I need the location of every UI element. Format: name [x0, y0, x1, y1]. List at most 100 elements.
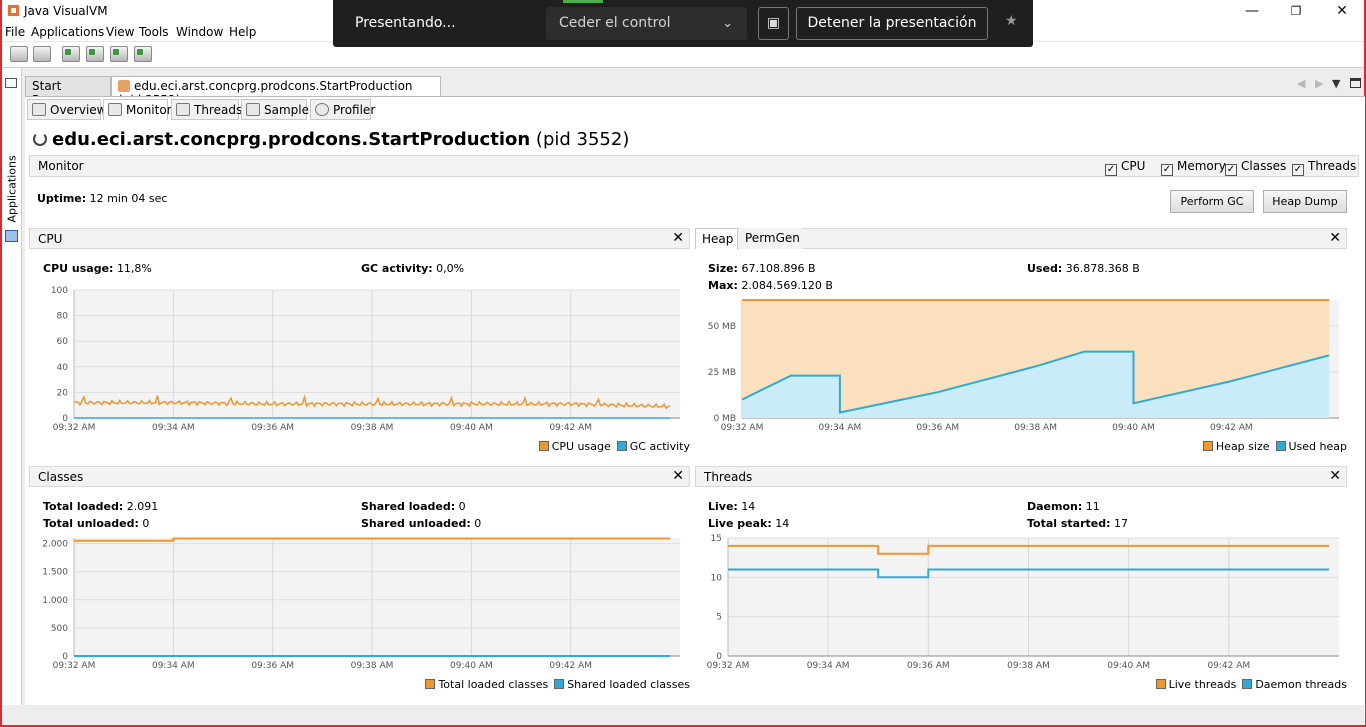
x-tick-label: 09:40 AM	[1107, 661, 1150, 671]
x-tick-label: 09:38 AM	[1007, 661, 1050, 671]
applications-window-icon[interactable]	[5, 230, 18, 242]
perform-gc-button[interactable]: Perform GC	[1170, 190, 1254, 213]
legend-swatch	[616, 441, 627, 451]
heap-panel-header: Heap PermGen ✕	[695, 228, 1347, 249]
tab-process[interactable]: edu.eci.arst.concprg.prodcons.StartProdu…	[111, 76, 441, 107]
maximize-tab-icon[interactable]	[1350, 78, 1361, 88]
legend-label: Daemon threads	[1255, 678, 1347, 691]
minimize-panel-icon[interactable]	[5, 78, 17, 88]
minimize-button[interactable]: —	[1237, 2, 1267, 20]
threads-checkbox[interactable]: ✓ Threads	[1292, 159, 1356, 176]
heap-dump-button[interactable]: Heap Dump	[1263, 190, 1347, 213]
y-tick-label: 50 MB	[708, 322, 736, 332]
legend-label: Shared loaded classes	[567, 678, 690, 691]
close-panel-icon[interactable]: ✕	[1329, 468, 1341, 484]
close-panel-icon[interactable]: ✕	[1329, 230, 1341, 246]
classes-checkbox[interactable]: ✓ Classes	[1225, 159, 1286, 176]
save-icon[interactable]	[33, 46, 51, 62]
checkbox-check-icon: ✓	[1161, 164, 1173, 176]
total-started-stat: Total started: 17	[1027, 517, 1128, 530]
tab-start-page[interactable]: Start Page✕	[25, 76, 111, 107]
tab-threads[interactable]: Threads	[171, 99, 242, 120]
stat-label: Size:	[708, 262, 738, 275]
threads-panel-title: Threads	[704, 470, 753, 484]
add-jmx-connection-icon[interactable]	[62, 46, 80, 62]
stop-camera-icon[interactable]: ▣	[758, 7, 789, 40]
y-tick-label: 20	[57, 388, 69, 398]
add-core-dump-icon[interactable]	[110, 46, 128, 62]
cpu-panel-title: CPU	[38, 232, 63, 246]
classes-panel-title: Classes	[38, 470, 84, 484]
scroll-left-icon[interactable]: ◀	[1297, 77, 1305, 90]
cpu-panel-header: CPU ✕	[29, 228, 690, 249]
pin-icon[interactable]: ★	[1005, 13, 1018, 29]
stat-label: Used:	[1027, 262, 1063, 275]
checkbox-label: Memory	[1177, 159, 1226, 173]
tab-profiler-label: Profiler	[333, 103, 376, 117]
y-tick-label: 0	[716, 652, 722, 662]
stat-label: Total unloaded:	[43, 517, 139, 530]
y-tick-label: 10	[711, 573, 723, 583]
close-panel-icon[interactable]: ✕	[672, 468, 684, 484]
menu-view[interactable]: View	[106, 25, 134, 39]
add-remote-host-icon[interactable]	[86, 46, 104, 62]
legend-label: Heap size	[1215, 440, 1270, 453]
legend-label: CPU usage	[551, 440, 611, 453]
tab-list-icon[interactable]: ▼	[1332, 77, 1340, 90]
y-tick-label: 0 MB	[713, 414, 736, 424]
plot-area	[74, 538, 680, 656]
heap-chart: 09:32 AM 09:34 AM 09:36 AM 09:38 AM 09:40 AM…	[708, 299, 1339, 433]
stop-presenting-button[interactable]: Detener la presentación	[796, 7, 988, 40]
java-process-icon	[118, 80, 130, 92]
shared-unloaded-stat: Shared unloaded: 0	[361, 517, 481, 530]
legend-label: Used heap	[1288, 440, 1348, 453]
uptime: Uptime: 12 min 04 sec	[37, 192, 167, 205]
tab-overview-label: Overview	[50, 103, 107, 117]
x-tick-label: 09:42 AM	[1210, 423, 1253, 433]
monitor-header: Monitor ✓ CPU ✓ Memory ✓ Classes ✓ Threads	[29, 155, 1359, 177]
heap-panel: Heap PermGen ✕ Size: 67.108.896 B Max: 2…	[695, 228, 1347, 460]
y-tick-label: 40	[57, 363, 69, 373]
close-panel-icon[interactable]: ✕	[672, 230, 684, 246]
x-tick-label: 09:34 AM	[152, 661, 195, 671]
menu-window[interactable]: Window	[176, 25, 223, 39]
sampler-icon	[246, 103, 260, 116]
x-tick-label: 09:38 AM	[351, 661, 394, 671]
maximize-button[interactable]: ❐	[1281, 2, 1311, 20]
monitor-content: edu.eci.arst.concprg.prodcons.StartProdu…	[25, 120, 1365, 725]
uptime-label: Uptime:	[37, 192, 87, 205]
menu-file[interactable]: File	[5, 25, 25, 39]
stat-value: 2.091	[126, 500, 159, 513]
menu-tools[interactable]: Tools	[139, 25, 169, 39]
y-tick-label: 1.500	[42, 568, 68, 578]
x-tick-label: 09:40 AM	[1112, 423, 1155, 433]
applications-side-tab[interactable]: Applications	[6, 155, 19, 222]
stat-value: 14	[741, 500, 756, 513]
add-snapshot-icon[interactable]	[134, 46, 152, 62]
tab-sampler[interactable]: Sampler	[241, 99, 314, 120]
cpu-legend: CPU usage GC activity	[533, 440, 690, 453]
menu-help[interactable]: Help	[229, 25, 256, 39]
tab-monitor[interactable]: Monitor	[103, 99, 172, 120]
total-loaded-stat: Total loaded: 2.091	[43, 500, 158, 513]
close-window-button[interactable]: ✕	[1327, 2, 1357, 20]
scroll-right-icon[interactable]: ▶	[1315, 77, 1323, 90]
tab-overview[interactable]: Overview	[27, 99, 107, 120]
stat-value: 67.108.896 B	[741, 262, 816, 275]
open-snapshot-icon[interactable]	[10, 46, 28, 62]
menu-applications[interactable]: Applications	[31, 25, 104, 39]
x-tick-label: 09:42 AM	[549, 423, 592, 433]
plot-area	[74, 290, 680, 418]
tab-profiler[interactable]: Profiler	[310, 99, 375, 120]
give-control-dropdown[interactable]: Ceder el control ⌄	[546, 7, 747, 40]
memory-checkbox[interactable]: ✓ Memory	[1161, 159, 1226, 176]
stat-value: 2.084.569.120 B	[741, 279, 833, 292]
cpu-checkbox[interactable]: ✓ CPU	[1105, 159, 1145, 176]
checkbox-label: Classes	[1241, 159, 1287, 173]
threads-panel: Threads ✕ Live: 14 Live peak: 14 Daemon: …	[695, 466, 1347, 698]
window-title: Java VisualVM	[24, 4, 108, 18]
stat-label: Max:	[708, 279, 738, 292]
tab-permgen[interactable]: PermGen	[739, 228, 802, 249]
tab-heap[interactable]: Heap	[695, 228, 738, 249]
classes-chart: 09:32 AM 09:34 AM 09:36 AM 09:38 AM 09:40 AM…	[42, 537, 680, 671]
